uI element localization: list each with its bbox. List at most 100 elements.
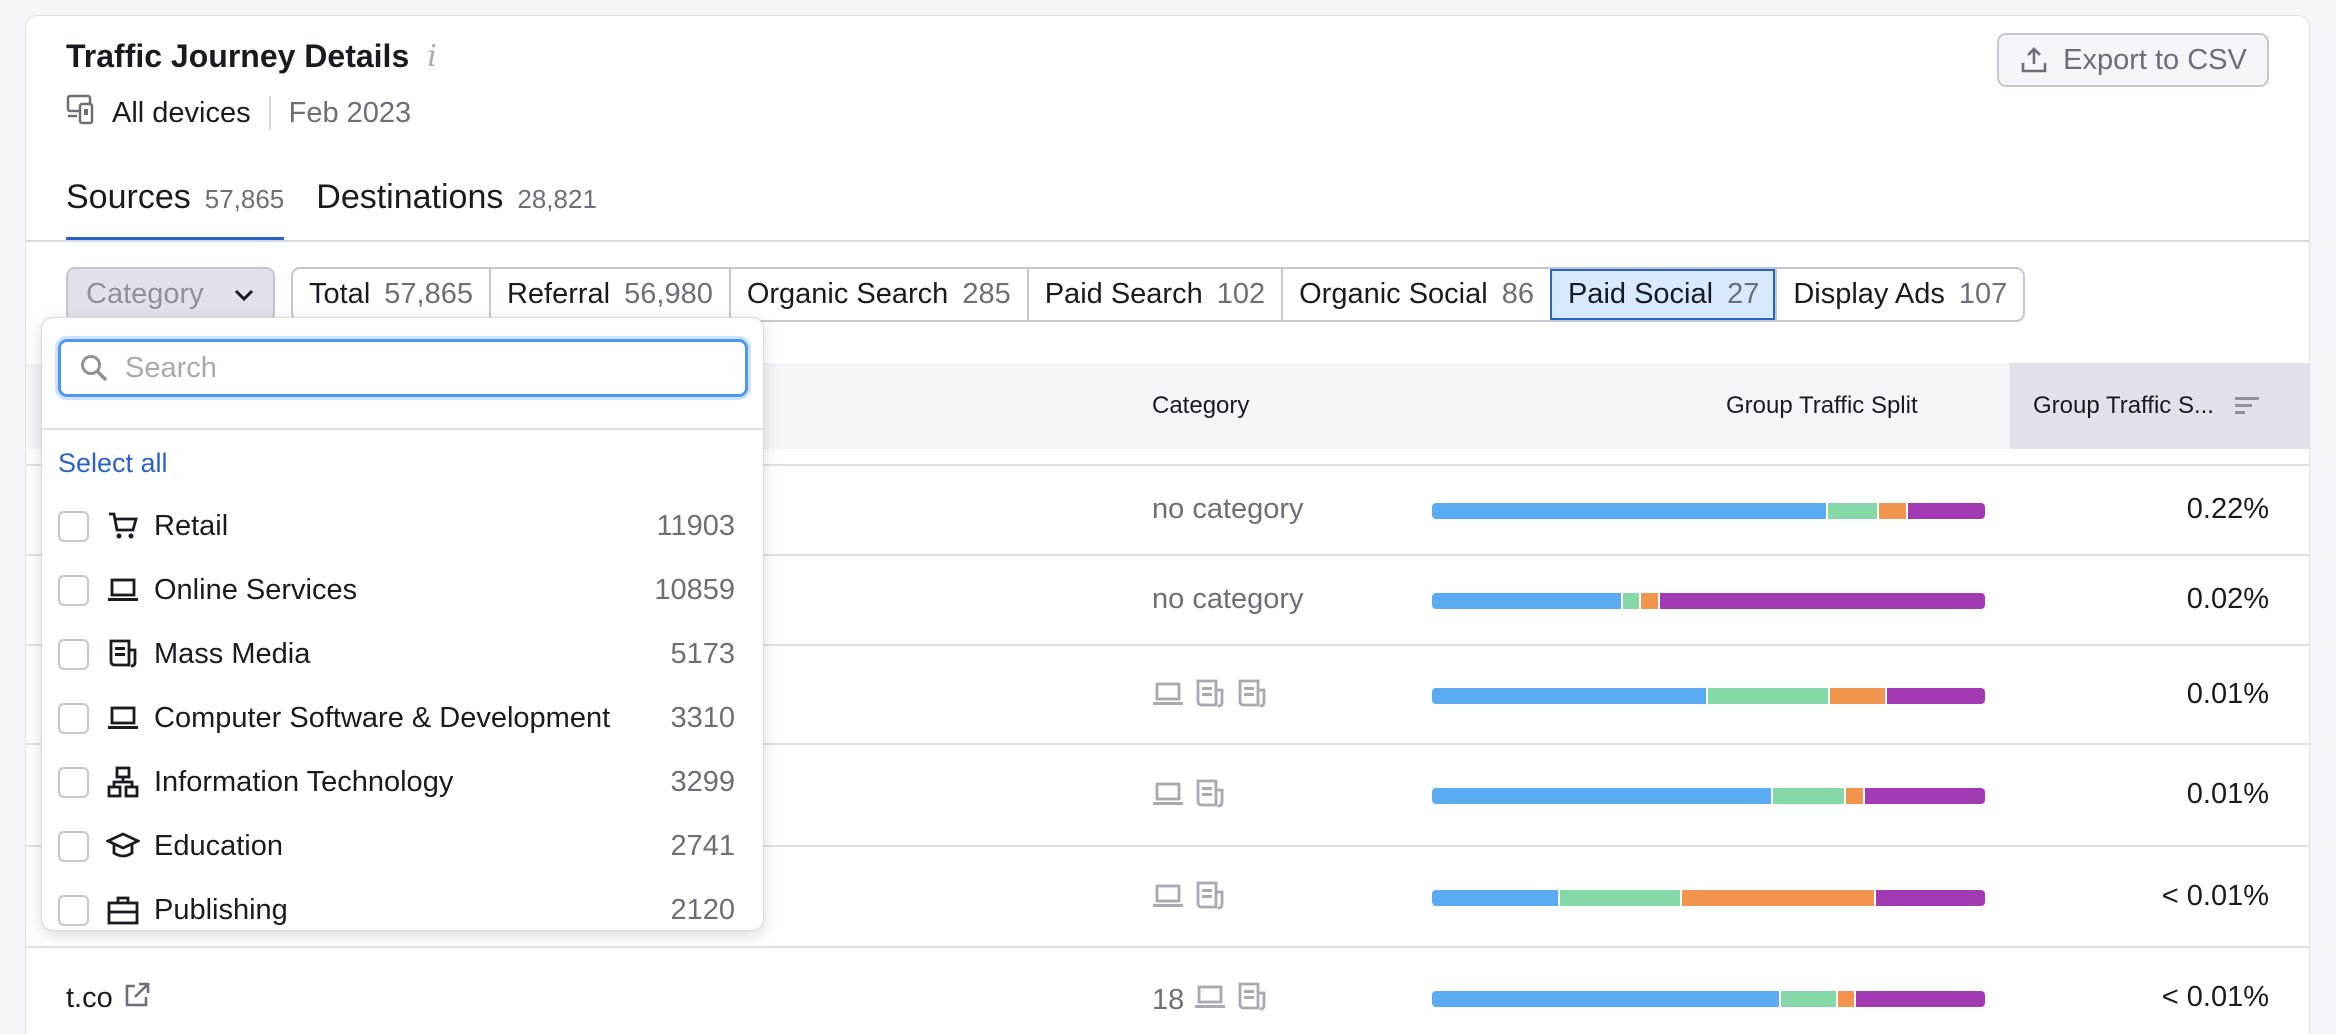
newspaper-icon[interactable] (1194, 880, 1226, 920)
chevron-down-icon (234, 289, 254, 301)
segment-total[interactable]: Total 57,865 (293, 269, 489, 320)
newspaper-icon[interactable] (1194, 678, 1226, 718)
select-all-link[interactable]: Select all (58, 448, 168, 479)
segment-organic-social[interactable]: Organic Social 86 (1281, 269, 1550, 320)
traffic-split-segment (1432, 788, 1772, 804)
traffic-split-segment (1432, 593, 1621, 609)
segment-referral[interactable]: Referral 56,980 (488, 269, 729, 320)
category-filter-button[interactable]: Category (66, 267, 275, 322)
category-checkbox[interactable] (58, 830, 89, 862)
traffic-split-bar[interactable] (1432, 990, 1985, 1007)
traffic-split-bar[interactable] (1432, 593, 1985, 609)
newspaper-icon[interactable] (1236, 678, 1268, 718)
category-checkbox[interactable] (58, 766, 89, 798)
traffic-share-value: 0.01% (2186, 778, 2269, 810)
segment-display-ads[interactable]: Display Ads 107 (1775, 269, 2023, 320)
category-option-count: 2741 (670, 829, 735, 862)
export-csv-button[interactable]: Export to CSV (1997, 33, 2269, 87)
tab-sources[interactable]: Sources 57,865 (66, 178, 285, 242)
table-row[interactable]: t.co 18 < 0.01% (26, 946, 2309, 1034)
category-option[interactable]: Online Services 10859 (58, 570, 735, 610)
category-search-input[interactable] (125, 351, 685, 385)
traffic-split-bar[interactable] (1432, 687, 1985, 704)
sort-icon[interactable] (2234, 395, 2260, 417)
segment-count: 27 (1727, 278, 1760, 310)
traffic-split-bar[interactable] (1432, 889, 1985, 906)
segment-organic-search[interactable]: Organic Search 285 (728, 269, 1027, 320)
domain-cell: t.co (66, 981, 151, 1017)
traffic-split-segment (1432, 889, 1558, 906)
segment-count: 107 (1958, 278, 2008, 310)
category-dropdown: Select all Retail 11903 Online Services 108… (41, 317, 764, 931)
column-header-traffic-share[interactable]: Group Traffic S... (2010, 363, 2309, 449)
category-option[interactable]: Information Technology 3299 (58, 762, 735, 802)
traffic-split-segment (1432, 503, 1826, 519)
segment-paid-search[interactable]: Paid Search 102 (1026, 269, 1281, 320)
segment-count: 285 (962, 278, 1011, 310)
traffic-split-segment (1875, 889, 1985, 906)
category-option[interactable]: Education 2741 (58, 826, 735, 866)
segment-label: Organic Search (746, 278, 949, 310)
info-icon[interactable]: i (427, 39, 437, 74)
category-text: no category (1152, 493, 1304, 525)
category-option[interactable]: Mass Media 5173 (58, 634, 735, 674)
traffic-share-value: 0.01% (2186, 677, 2269, 710)
newspaper-icon[interactable] (1194, 778, 1226, 818)
category-option-label: Education (154, 829, 283, 862)
column-header-label: Group Traffic S... (2033, 392, 2214, 419)
laptop-icon[interactable] (1152, 778, 1184, 818)
traffic-split-bar[interactable] (1432, 788, 1985, 804)
category-option[interactable]: Retail 11903 (58, 506, 735, 546)
traffic-share-value: < 0.01% (2161, 980, 2269, 1013)
laptop-icon[interactable] (1194, 981, 1226, 1021)
category-cell (1152, 678, 1268, 718)
category-option-count: 2120 (670, 893, 735, 926)
category-option-count: 5173 (670, 637, 735, 670)
filter-row: Category Total 57,865 Referral 56,980 Orga… (66, 267, 2026, 322)
traffic-share-value: 0.02% (2186, 583, 2269, 615)
tab-count: 57,865 (204, 184, 285, 214)
traffic-split-segment (1559, 889, 1681, 906)
domain-link[interactable]: t.co (66, 982, 113, 1015)
laptop-icon[interactable] (1152, 678, 1184, 718)
traffic-split-segment (1846, 788, 1863, 804)
category-option-count: 11903 (656, 509, 736, 542)
category-checkbox[interactable] (58, 894, 89, 926)
tab-label: Sources (66, 178, 191, 216)
tab-count: 28,821 (517, 184, 597, 214)
segment-paid-social[interactable]: Paid Social 27 (1549, 269, 1776, 320)
tab-destinations[interactable]: Destinations 28,821 (316, 178, 597, 239)
column-header-category[interactable]: Category (1152, 363, 1249, 449)
traffic-split-segment (1864, 788, 1985, 804)
traffic-split-segment (1773, 788, 1845, 804)
segment-count: 86 (1501, 278, 1534, 310)
traffic-split-bar[interactable] (1432, 503, 1985, 519)
category-checkbox[interactable] (58, 638, 89, 670)
cart-icon (106, 509, 140, 543)
category-checkbox[interactable] (58, 574, 89, 606)
category-option[interactable]: Computer Software & Development 3310 (58, 698, 735, 738)
segment-label: Referral (506, 278, 611, 310)
category-checkbox[interactable] (58, 702, 89, 734)
column-header-traffic-split[interactable]: Group Traffic Split (1726, 363, 1918, 449)
category-search-field[interactable] (58, 339, 748, 397)
traffic-split-segment (1886, 687, 1985, 704)
laptop-icon[interactable] (1152, 880, 1184, 920)
external-link-icon[interactable] (123, 981, 151, 1017)
category-option[interactable]: Publishing 2120 (58, 890, 735, 930)
traffic-split-segment (1838, 990, 1855, 1007)
category-cell (1152, 880, 1226, 920)
category-option-count: 3299 (670, 765, 735, 798)
newspaper-icon[interactable] (1236, 981, 1268, 1021)
segment-label: Paid Social (1567, 278, 1714, 310)
category-option-label: Mass Media (154, 637, 311, 670)
traffic-split-segment (1707, 687, 1828, 704)
page-title: Traffic Journey Details (66, 38, 410, 74)
export-csv-label: Export to CSV (2063, 43, 2247, 76)
category-filter-label: Category (86, 278, 204, 310)
category-checkbox[interactable] (58, 510, 89, 542)
date-label: Feb 2023 (288, 96, 412, 129)
newspaper-icon (106, 637, 140, 671)
category-option-label: Online Services (154, 573, 358, 606)
traffic-share-value: 0.22% (2186, 493, 2269, 525)
